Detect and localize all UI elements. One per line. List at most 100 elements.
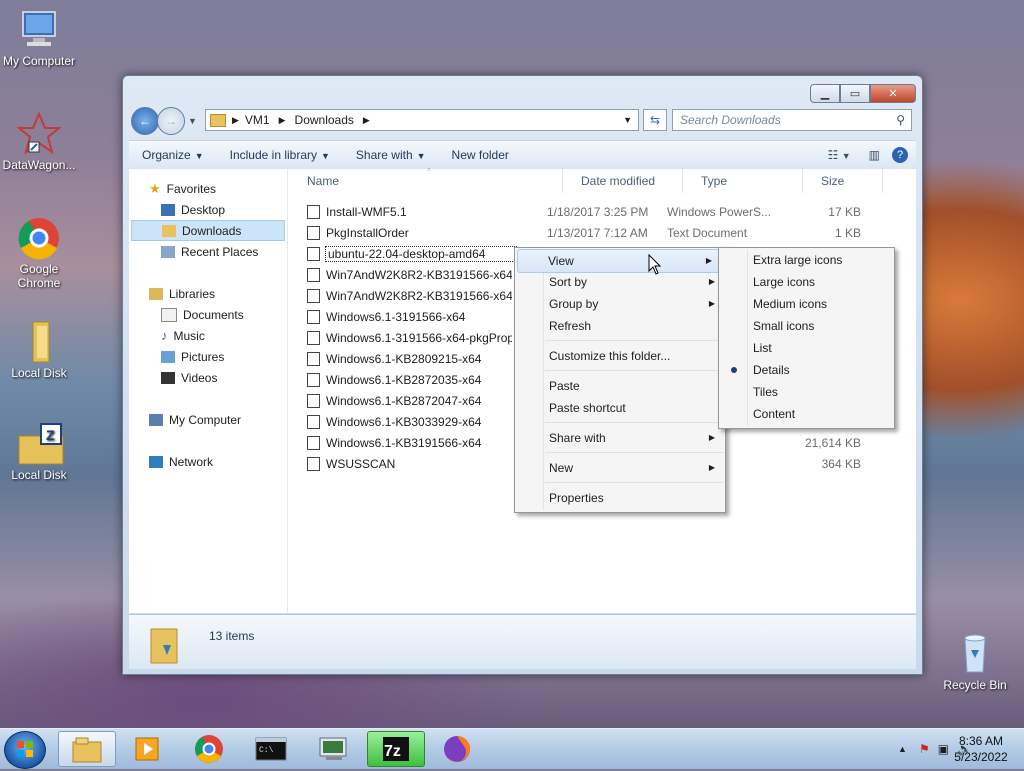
nav-documents[interactable]: Documents (161, 305, 244, 324)
file-size: 1 KB (834, 226, 861, 240)
nav-pictures[interactable]: Pictures (161, 347, 224, 366)
change-view-button[interactable]: ☷ ▼ (822, 148, 857, 162)
breadcrumb-vm1[interactable]: VM1 (245, 113, 270, 127)
back-button[interactable]: ← (131, 107, 159, 135)
radio-selected-icon (731, 367, 737, 373)
breadcrumb-separator-icon[interactable]: ▶ (363, 115, 370, 126)
taskbar-firefox[interactable] (428, 731, 486, 767)
file-name: Windows6.1-KB3033929-x64 (326, 415, 482, 429)
menu-item-group-by[interactable]: Group by ▶ (515, 293, 725, 315)
taskbar-explorer[interactable] (58, 731, 116, 767)
desktop-icon-recycle-bin[interactable]: Recycle Bin (936, 632, 1014, 692)
view-list[interactable]: List (719, 337, 894, 359)
file-name: Windows6.1-3191566-x64 (326, 310, 466, 324)
sort-indicator-icon: ^ (427, 167, 431, 176)
nav-music[interactable]: ♪ Music (161, 326, 205, 345)
taskbar-command-prompt[interactable]: C:\ (242, 731, 300, 767)
breadcrumb-downloads[interactable]: Downloads (295, 113, 354, 127)
nav-downloads[interactable]: Downloads (131, 220, 285, 241)
menu-item-share-with[interactable]: Share with ▶ (515, 427, 725, 449)
nav-libraries[interactable]: Libraries (149, 284, 215, 303)
media-player-icon (135, 737, 159, 761)
taskbar-media-player[interactable] (118, 731, 176, 767)
7zip-icon: 7z (383, 737, 409, 761)
file-row[interactable]: Install-WMF5.1 1/18/2017 3:25 PM Windows P… (307, 202, 887, 222)
address-bar[interactable]: ▶ VM1 ▶ Downloads ▶ ▼ (205, 109, 639, 131)
column-header-size[interactable]: Size (803, 169, 883, 193)
organize-button[interactable]: Organize ▼ (129, 148, 217, 162)
menu-item-view[interactable]: View ▶ (517, 249, 723, 273)
svg-text:7z: 7z (384, 743, 401, 760)
file-name: Windows6.1-KB2872035-x64 (326, 373, 482, 387)
menu-item-paste-shortcut[interactable]: Paste shortcut (515, 397, 725, 419)
include-in-library-button[interactable]: Include in library ▼ (217, 148, 343, 162)
desktop-icon-label: Recycle Bin (943, 678, 1007, 692)
nav-recent-places[interactable]: Recent Places (161, 242, 258, 261)
maximize-button[interactable]: ▭ (840, 84, 870, 103)
file-row[interactable]: PkgInstallOrder 1/13/2017 7:12 AM Text Doc… (307, 223, 887, 243)
view-tiles[interactable]: Tiles (719, 381, 894, 403)
desktop-icon-label: Local Disk (11, 366, 67, 380)
file-icon (307, 205, 320, 219)
desktop-icon-google-chrome[interactable]: Google Chrome (0, 216, 78, 290)
nav-label: Favorites (166, 181, 217, 196)
menu-item-paste[interactable]: Paste (515, 375, 725, 397)
clock-time: 8:36 AM (958, 734, 1004, 748)
menu-label: View (548, 254, 574, 268)
menu-item-properties[interactable]: Properties (515, 487, 725, 509)
menu-item-customize[interactable]: Customize this folder... (515, 345, 725, 367)
address-dropdown-icon[interactable]: ▼ (623, 115, 632, 125)
view-large-icons[interactable]: Large icons (719, 271, 894, 293)
breadcrumb-separator-icon[interactable]: ▶ (232, 115, 239, 126)
file-name: Windows6.1-KB2872047-x64 (326, 394, 482, 408)
view-small-icons[interactable]: Small icons (719, 315, 894, 337)
search-input[interactable]: Search Downloads (673, 113, 896, 127)
nav-my-computer[interactable]: My Computer (149, 410, 241, 429)
minimize-button[interactable]: ▁ (810, 84, 840, 103)
forward-button[interactable]: → (157, 107, 185, 135)
preview-pane-button[interactable]: ▥ (857, 148, 892, 162)
desktop-icon-datawagon[interactable]: DataWagon... (0, 111, 78, 172)
nav-network[interactable]: Network (149, 452, 213, 471)
view-extra-large-icons[interactable]: Extra large icons (719, 249, 894, 271)
help-button[interactable]: ? (892, 147, 908, 163)
search-box[interactable]: Search Downloads ⚲ (672, 109, 912, 131)
nav-videos[interactable]: Videos (161, 368, 217, 387)
column-header-name[interactable]: Name ^ (289, 167, 563, 193)
menu-item-sort-by[interactable]: Sort by ▶ (515, 271, 725, 293)
file-name: PkgInstallOrder (326, 226, 409, 240)
file-size: 21,614 KB (804, 436, 861, 450)
view-details[interactable]: Details (719, 359, 894, 381)
refresh-button[interactable]: ⇆ (643, 109, 667, 131)
show-hidden-icons-button[interactable]: ▲ (898, 744, 907, 754)
column-header-date[interactable]: Date modified (563, 169, 683, 193)
nav-label: Videos (181, 370, 218, 385)
view-content[interactable]: Content (719, 403, 894, 425)
share-with-button[interactable]: Share with ▼ (343, 148, 439, 162)
new-folder-button[interactable]: New folder (439, 148, 522, 162)
desktop-icon-local-disk[interactable]: Local Disk (0, 320, 78, 380)
taskbar-chrome[interactable] (180, 731, 238, 767)
file-name: Install-WMF5.1 (326, 205, 407, 219)
taskbar-network-app[interactable] (305, 731, 363, 767)
menu-item-refresh[interactable]: Refresh (515, 315, 725, 337)
desktop-icon-my-computer[interactable]: My Computer (0, 8, 78, 68)
start-button[interactable] (4, 731, 46, 769)
submenu-arrow-icon: ▶ (708, 277, 715, 286)
breadcrumb-separator-icon[interactable]: ▶ (279, 115, 286, 126)
clock[interactable]: 8:36 AM 5/23/2022 (946, 733, 1016, 765)
column-header-type[interactable]: Type (683, 169, 803, 193)
nav-label: Downloads (182, 223, 242, 238)
taskbar-7zip[interactable]: 7z (367, 731, 425, 767)
menu-separator (545, 422, 723, 423)
close-button[interactable]: ✕ (870, 84, 916, 103)
action-center-icon[interactable]: ⚑ (919, 742, 930, 756)
view-medium-icons[interactable]: Medium icons (719, 293, 894, 315)
desktop-icon-local-disk-7z[interactable]: Z Local Disk (0, 422, 78, 482)
menu-item-new[interactable]: New ▶ (515, 457, 725, 479)
nav-favorites[interactable]: ★ Favorites (149, 179, 216, 198)
folder-icon (210, 113, 226, 127)
recent-pages-dropdown[interactable]: ▼ (188, 116, 197, 126)
nav-desktop[interactable]: Desktop (161, 200, 225, 219)
file-icon (307, 457, 320, 471)
